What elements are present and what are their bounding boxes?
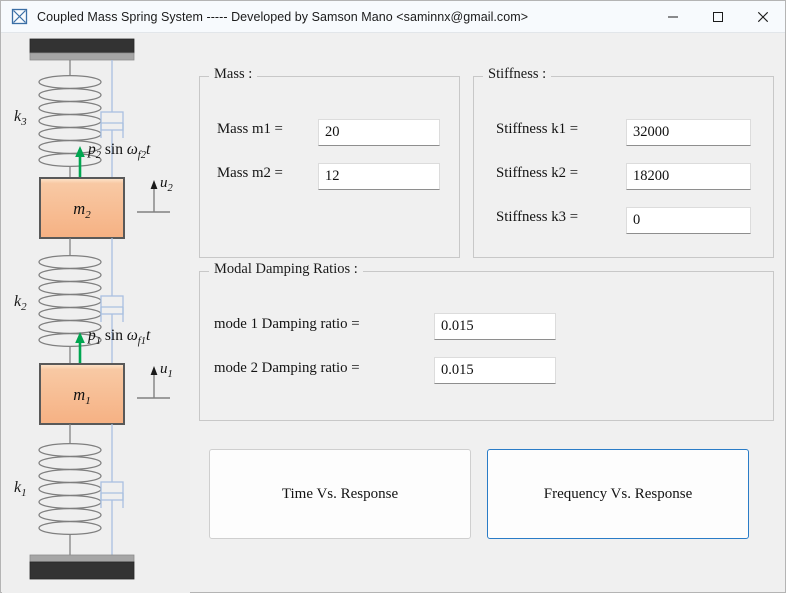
mass-m1-label: Mass m1 = <box>217 121 283 137</box>
displacement-indicator-u1: u1 <box>137 361 173 399</box>
label-k3: k3 <box>14 108 27 128</box>
mode1-damping-label: mode 1 Damping ratio = <box>214 316 360 332</box>
mass-block-m2: m2 <box>39 177 125 239</box>
stiffness-k2-input[interactable]: 18200 <box>626 163 751 190</box>
mass-m1-input[interactable]: 20 <box>318 119 440 146</box>
label-k1: k1 <box>14 479 27 499</box>
label-k2: k2 <box>14 293 27 313</box>
damping-groupbox: Modal Damping Ratios : mode 1 Damping ra… <box>199 261 774 421</box>
app-diagram-icon <box>11 8 28 25</box>
stiffness-k2-label: Stiffness k2 = <box>496 165 579 181</box>
mass-m2-label: Mass m2 = <box>217 165 283 181</box>
stiffness-k3-input[interactable]: 0 <box>626 207 751 234</box>
damping-groupbox-legend: Modal Damping Ratios : <box>209 261 363 278</box>
mass-block-m1: m1 <box>39 363 125 425</box>
close-icon[interactable] <box>740 1 785 32</box>
stiffness-k1-input[interactable]: 32000 <box>626 119 751 146</box>
stiffness-groupbox: Stiffness : Stiffness k1 = 32000 Stiffne… <box>473 66 774 258</box>
minimize-icon[interactable] <box>650 1 695 32</box>
mode2-damping-label: mode 2 Damping ratio = <box>214 360 360 376</box>
mass-groupbox: Mass : Mass m1 = 20 Mass m2 = 12 <box>199 66 460 258</box>
damper-middle-icon <box>100 238 124 365</box>
mode2-damping-input[interactable]: 0.015 <box>434 357 556 384</box>
damper-lower-icon <box>100 424 124 555</box>
stiffness-groupbox-legend: Stiffness : <box>483 66 552 83</box>
damper-upper-icon <box>100 60 124 181</box>
stiffness-k1-label: Stiffness k1 = <box>496 121 579 137</box>
label-u1: u1 <box>160 361 173 380</box>
time-vs-response-button[interactable]: Time Vs. Response <box>209 449 471 539</box>
client-area: k3 p2 sin ωf2t m2 u2 k2 p1 sin ωf1t m1 u… <box>1 33 785 593</box>
label-u2: u2 <box>160 175 174 194</box>
stiffness-k3-label: Stiffness k3 = <box>496 209 579 225</box>
window-controls <box>650 1 785 32</box>
spring-k3-icon <box>38 60 102 181</box>
displacement-indicator-u2: u2 <box>137 175 174 213</box>
mass-m2-input[interactable]: 12 <box>318 163 440 190</box>
maximize-icon[interactable] <box>695 1 740 32</box>
spring-k2-icon <box>38 238 102 365</box>
spring-k1-icon <box>38 424 102 555</box>
frequency-vs-response-button[interactable]: Frequency Vs. Response <box>487 449 749 539</box>
title-bar: Coupled Mass Spring System ----- Develop… <box>1 1 785 33</box>
top-support-icon <box>29 38 135 61</box>
mass-groupbox-legend: Mass : <box>209 66 258 83</box>
window-title: Coupled Mass Spring System ----- Develop… <box>37 9 529 24</box>
app-window: Coupled Mass Spring System ----- Develop… <box>0 0 786 593</box>
mode1-damping-input[interactable]: 0.015 <box>434 313 556 340</box>
mass-spring-diagram: k3 p2 sin ωf2t m2 u2 k2 p1 sin ωf1t m1 u… <box>2 34 190 593</box>
bottom-support-icon <box>29 554 135 580</box>
